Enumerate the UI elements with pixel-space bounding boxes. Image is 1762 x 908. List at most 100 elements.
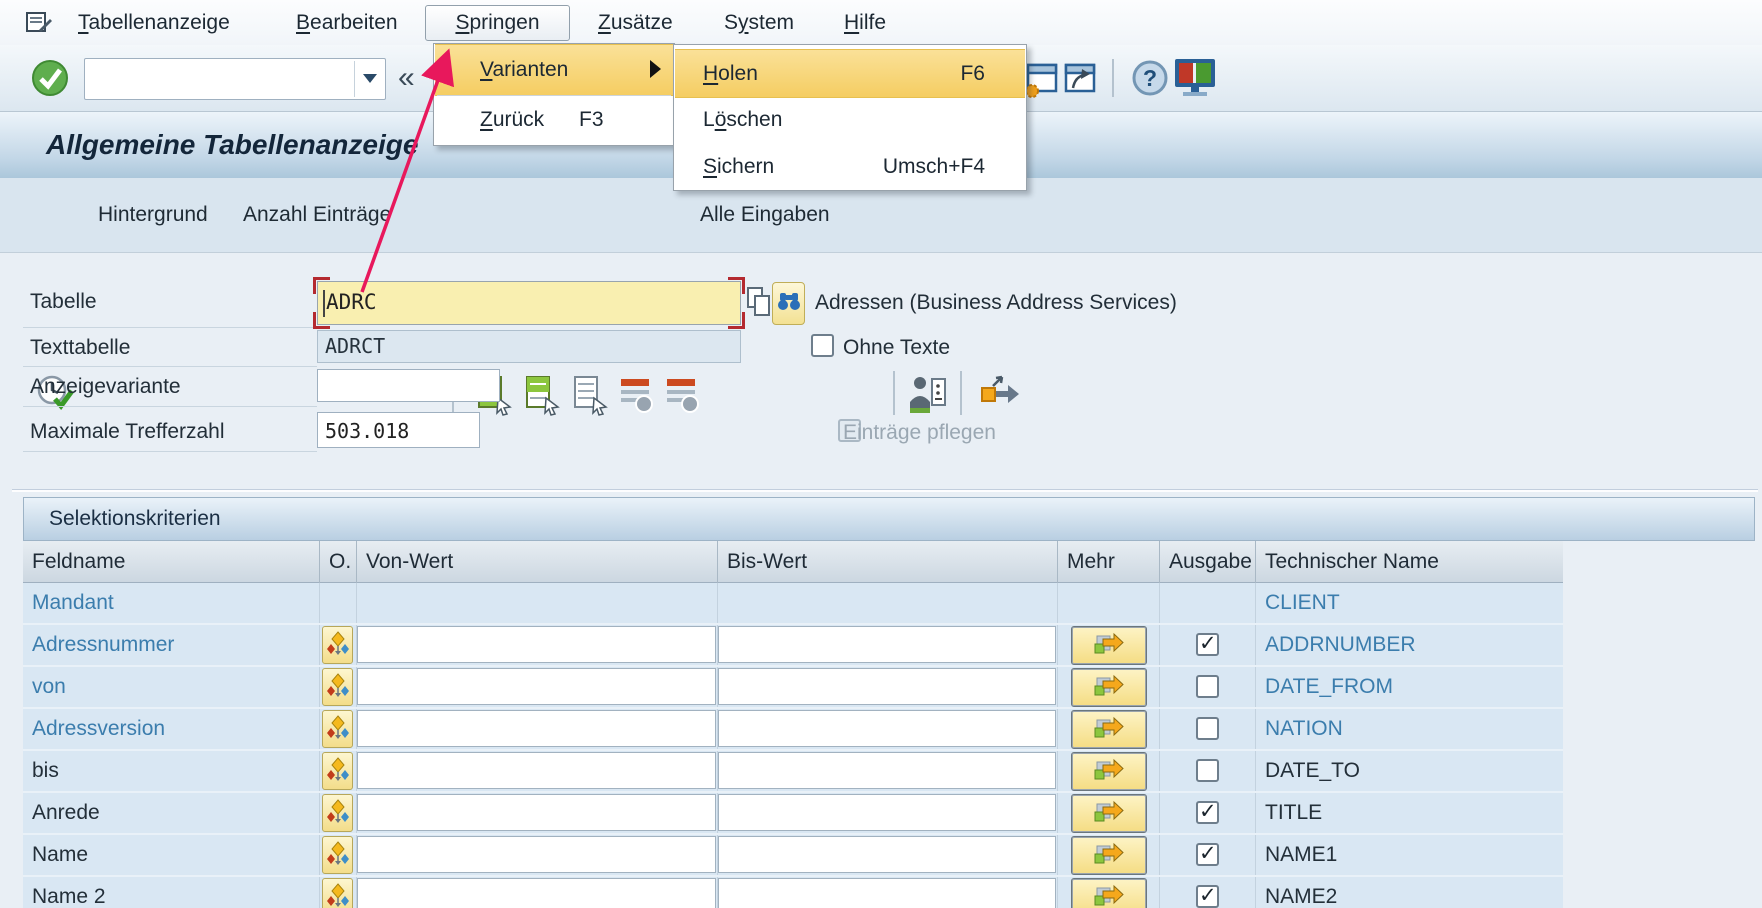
selection-options-button[interactable]	[322, 668, 353, 706]
ausgabe-checkbox[interactable]	[1196, 801, 1219, 824]
bis-wert-input[interactable]	[718, 836, 1056, 873]
mehr-button[interactable]	[1072, 669, 1146, 706]
ausgabe-checkbox[interactable]	[1196, 633, 1219, 656]
mehr-button[interactable]	[1072, 879, 1146, 908]
mehr-button[interactable]	[1072, 627, 1146, 664]
search-help-button[interactable]	[772, 282, 805, 325]
menu-system[interactable]: System	[724, 0, 794, 45]
collapse-toolbar-button[interactable]: «	[398, 47, 415, 109]
max-trefferzahl-label: Maximale Trefferzahl	[30, 420, 225, 444]
tabelle-value: ADRC	[326, 290, 377, 314]
system-menu-icon[interactable]	[26, 11, 52, 40]
selection-options-button[interactable]	[322, 836, 353, 874]
menu-mnemonic: B	[296, 11, 310, 34]
selection-options-button[interactable]	[322, 626, 353, 664]
anzeigevariante-label: Anzeigevariante	[30, 375, 181, 399]
bis-wert-input[interactable]	[718, 710, 1056, 747]
menu-item-label: L	[703, 108, 715, 131]
table-row: Adressnummer ADDRNUMBER	[23, 625, 1563, 667]
chevron-down-icon[interactable]	[363, 74, 377, 83]
menu-item-mnemonic: V	[480, 58, 492, 81]
col-mehr: Mehr	[1058, 541, 1160, 583]
menu-item-zurueck[interactable]: Zurück F3	[435, 96, 673, 144]
ausgabe-checkbox[interactable]	[1196, 759, 1219, 782]
technical-name: NATION	[1265, 709, 1343, 749]
menu-item-varianten[interactable]: Varianten	[435, 44, 673, 96]
table-description: Adressen (Business Address Services)	[815, 291, 1177, 315]
menu-bearbeiten[interactable]: Bearbeiten	[296, 0, 398, 45]
svg-text:?: ?	[1143, 65, 1157, 91]
menu-item-mnemonic: ö	[715, 108, 727, 131]
menu-hilfe[interactable]: Hilfe	[844, 0, 886, 45]
delete-selection-icon[interactable]	[618, 376, 656, 419]
user-parameters-icon[interactable]	[908, 372, 948, 421]
selection-bracket	[728, 312, 745, 329]
copy-icon[interactable]	[746, 286, 772, 325]
menu-item-holen[interactable]: Holen F6	[675, 49, 1025, 98]
menu-springen[interactable]: Springen	[425, 5, 570, 41]
menu-item-sichern[interactable]: Sichern Umsch+F4	[675, 143, 1025, 190]
menu-bar: Tabellenanzeige Bearbeiten Springen Zusä…	[0, 0, 1762, 46]
selection-options-button[interactable]	[322, 878, 353, 908]
menu-zusaetze[interactable]: Zusätze	[598, 0, 673, 45]
von-wert-input[interactable]	[357, 794, 716, 831]
selection-group-title: Selektionskriterien	[49, 498, 221, 540]
hintergrund-button[interactable]: Hintergrund	[98, 178, 208, 252]
bis-wert-input[interactable]	[718, 794, 1056, 831]
bis-wert-input[interactable]	[718, 878, 1056, 908]
ausgabe-checkbox[interactable]	[1196, 843, 1219, 866]
submenu-arrow-icon	[650, 60, 661, 78]
ohne-texte-checkbox[interactable]	[811, 334, 834, 357]
delete-all-entries-icon[interactable]	[664, 376, 702, 419]
create-shortcut-icon[interactable]	[1062, 58, 1098, 105]
selection-options-button[interactable]	[322, 752, 353, 790]
technical-name: NAME1	[1265, 835, 1337, 875]
help-icon[interactable]: ?	[1130, 58, 1170, 103]
tabelle-input[interactable]: ADRC	[317, 281, 741, 325]
enter-ok-icon[interactable]	[30, 58, 70, 103]
command-field[interactable]	[84, 58, 386, 100]
bis-wert-input[interactable]	[718, 752, 1056, 789]
von-wert-input[interactable]	[357, 710, 716, 747]
diamond-trio-icon	[326, 883, 350, 908]
diamond-trio-icon	[326, 757, 350, 783]
von-wert-input[interactable]	[357, 668, 716, 705]
selection-bracket	[313, 277, 330, 294]
mehr-button[interactable]	[1072, 795, 1146, 832]
von-wert-input[interactable]	[357, 836, 716, 873]
field-label: Adressnummer	[32, 625, 174, 665]
bis-wert-input[interactable]	[718, 668, 1056, 705]
mehr-button[interactable]	[1072, 753, 1146, 790]
menu-item-label: urück	[493, 108, 544, 131]
technical-name: CLIENT	[1265, 583, 1340, 623]
selection-table: Feldname O. Von-Wert Bis-Wert Mehr Ausga…	[23, 541, 1563, 908]
technical-name: DATE_TO	[1265, 751, 1360, 791]
col-o: O.	[320, 541, 357, 583]
max-trefferzahl-input[interactable]: 503.018	[317, 412, 480, 448]
selection-options-button[interactable]	[322, 794, 353, 832]
anzeigevariante-input[interactable]	[317, 369, 500, 402]
customize-layout-icon[interactable]	[1172, 57, 1218, 104]
col-feldname: Feldname	[23, 541, 320, 583]
menu-tabellenanzeige[interactable]: Tabellenanzeige	[78, 0, 230, 45]
ausgabe-checkbox[interactable]	[1196, 885, 1219, 908]
ausgabe-checkbox[interactable]	[1196, 717, 1219, 740]
ausgabe-checkbox[interactable]	[1196, 675, 1219, 698]
von-wert-input[interactable]	[357, 752, 716, 789]
selection-options-button[interactable]	[322, 710, 353, 748]
menu-label: usätze	[611, 11, 673, 34]
new-session-icon[interactable]	[1024, 58, 1060, 105]
von-wert-input[interactable]	[357, 626, 716, 663]
anzahl-eintraege-button[interactable]: Anzahl Einträge	[243, 178, 391, 252]
field-label: Adressversion	[32, 709, 165, 749]
mehr-button[interactable]	[1072, 711, 1146, 748]
choose-partial-fields-icon[interactable]	[524, 374, 562, 421]
export-icon[interactable]	[978, 374, 1022, 419]
menu-item-loeschen[interactable]: Löschen	[675, 96, 1025, 143]
mehr-button[interactable]	[1072, 837, 1146, 874]
von-wert-input[interactable]	[357, 878, 716, 908]
multiple-selection-icon	[1093, 799, 1125, 825]
deselect-fields-icon[interactable]	[572, 374, 610, 421]
bis-wert-input[interactable]	[718, 626, 1056, 663]
diamond-trio-icon	[326, 841, 350, 867]
